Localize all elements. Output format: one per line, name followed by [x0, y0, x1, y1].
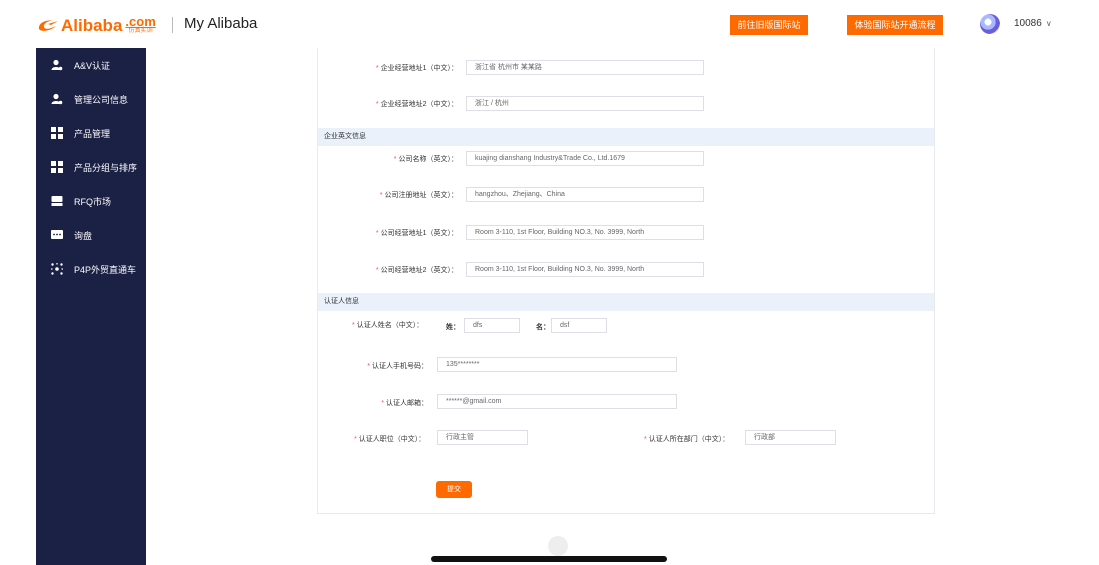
old-site-button[interactable]: 前往旧版国际站 — [730, 15, 808, 35]
logo-text: Alibaba — [61, 15, 123, 35]
header-divider — [172, 17, 173, 33]
grid-icon — [50, 161, 63, 174]
address-cn-1-input[interactable]: 浙江省 杭州市 某某路 — [466, 60, 704, 75]
reg-address-en-label-text: 公司注册地址（英文）： — [384, 192, 459, 199]
verifier-name-label: * 认证人姓名（中文）： — [352, 320, 423, 330]
page-title: My Alibaba — [184, 15, 258, 32]
verifier-phone-label: * 认证人手机号码： — [367, 361, 428, 371]
verifier-name-label-text: 认证人姓名（中文）： — [356, 322, 424, 329]
logo-com: .com 仿真实训 — [125, 13, 156, 35]
user-menu[interactable]: 10086 ∨ — [1014, 18, 1052, 29]
address-cn-2-label: * 企业经营地址2（中文）： — [376, 99, 458, 109]
floating-overlay — [548, 536, 568, 556]
given-name-label: 名： — [536, 324, 550, 331]
required-star: * — [379, 192, 383, 199]
logo-com-text: .com — [125, 13, 156, 29]
section-verifier-info: 认证人信息 — [318, 293, 934, 311]
company-name-en-input[interactable]: kuajing dianshang Industry&Trade Co., Lt… — [466, 151, 704, 166]
sidebar-item-label: RFQ市场 — [74, 196, 111, 207]
inbox-icon — [50, 195, 63, 208]
reg-address-en-label: * 公司注册地址（英文）： — [380, 190, 458, 200]
sidebar-item-label: 询盘 — [74, 230, 93, 241]
company-info-form: * 企业经营地址1（中文）： 浙江省 杭州市 某某路 * 企业经营地址2（中文）： … — [317, 40, 935, 514]
verifier-phone-label-text: 认证人手机号码： — [372, 363, 428, 370]
biz-address-en-1-label-text: 公司经营地址1（英文）： — [380, 230, 458, 237]
required-star: * — [352, 322, 355, 329]
biz-address-en-2-label-text: 公司经营地址2（英文）： — [380, 267, 458, 274]
sidebar-item-product-groups[interactable]: 产品分组与排序 — [36, 157, 146, 177]
network-icon — [50, 263, 63, 276]
top-header: Alibaba .com 仿真实训 My Alibaba 前往旧版国际站 体验国… — [0, 0, 1099, 48]
sidebar-item-inquiry[interactable]: 询盘 — [36, 225, 146, 245]
verifier-dept-input[interactable]: 行政部 — [745, 430, 836, 445]
sidebar-item-rfq[interactable]: RFQ市场 — [36, 191, 146, 211]
biz-address-en-1-input[interactable]: Room 3-110, 1st Floor, Building NO.3, No… — [466, 225, 704, 240]
sidebar-item-company-info[interactable]: 管理公司信息 — [36, 89, 146, 109]
surname-label: 姓： — [446, 324, 460, 331]
required-star: * — [354, 436, 357, 443]
verifier-dept-label: * 认证人所在部门（中文）： — [644, 434, 729, 444]
app-root: Alibaba .com 仿真实训 My Alibaba 前往旧版国际站 体验国… — [0, 0, 1099, 565]
reg-address-en-input[interactable]: hangzhou、Zhejiang、China — [466, 187, 704, 202]
address-cn-1-label: * 企业经营地址1（中文）： — [376, 63, 458, 73]
address-cn-2-label-text: 企业经营地址2（中文）： — [380, 101, 458, 108]
sidebar-item-products[interactable]: 产品管理 — [36, 123, 146, 143]
company-name-en-label: * 公司名称（英文）： — [394, 154, 458, 164]
biz-address-en-1-label: * 公司经营地址1（英文）： — [376, 228, 458, 238]
company-name-en-label-text: 公司名称（英文）： — [398, 156, 459, 163]
required-star: * — [375, 101, 379, 108]
user-icon — [50, 93, 63, 106]
biz-address-en-2-label: * 公司经营地址2（英文）： — [376, 265, 458, 275]
verifier-position-label: * 认证人职位（中文）： — [354, 434, 425, 444]
required-star: * — [644, 436, 647, 443]
verifier-email-input[interactable]: ******@gmail.com — [437, 394, 677, 409]
required-star: * — [375, 230, 379, 237]
sidebar-item-p4p[interactable]: P4P外贸直通车 — [36, 259, 146, 279]
biz-address-en-2-input[interactable]: Room 3-110, 1st Floor, Building NO.3, No… — [466, 262, 704, 277]
experience-flow-button[interactable]: 体验国际站开通流程 — [847, 15, 943, 35]
section-english-info: 企业英文信息 — [318, 128, 934, 146]
username: 10086 — [1014, 18, 1042, 29]
chat-icon — [50, 229, 63, 242]
verifier-phone-input[interactable]: 135******** — [437, 357, 677, 372]
required-star: * — [375, 65, 379, 72]
sidebar-item-label: P4P外贸直通车 — [74, 264, 137, 275]
chevron-down-icon: ∨ — [1045, 19, 1052, 28]
verifier-position-input[interactable]: 行政主管 — [437, 430, 528, 445]
surname-input[interactable]: dfs — [464, 318, 520, 333]
verifier-dept-label-text: 认证人所在部门（中文）： — [648, 436, 730, 443]
user-icon — [50, 59, 63, 72]
logo-sub-text: 仿真实训 — [128, 27, 153, 34]
required-star: * — [375, 267, 379, 274]
verifier-email-label: * 认证人邮箱： — [381, 398, 428, 408]
grid-icon — [50, 127, 63, 140]
required-star: * — [367, 363, 370, 370]
sidebar-item-label: A&V认证 — [74, 60, 111, 71]
verifier-position-label-text: 认证人职位（中文）： — [358, 436, 426, 443]
submit-button[interactable]: 提交 — [436, 481, 472, 498]
sidebar: A&V认证 管理公司信息 产品管理 产品分组与排序 RFQ市场 询盘 P4P外贸… — [36, 48, 146, 565]
required-star: * — [381, 400, 384, 407]
sidebar-item-av-certification[interactable]: A&V认证 — [36, 55, 146, 75]
alibaba-logo[interactable]: Alibaba .com 仿真实训 — [36, 14, 156, 36]
sidebar-item-label: 产品分组与排序 — [74, 162, 138, 173]
home-indicator[interactable] — [431, 556, 667, 562]
avatar[interactable] — [980, 14, 1000, 34]
given-name-input[interactable]: dsf — [551, 318, 607, 333]
address-cn-1-label-text: 企业经营地址1（中文）： — [380, 65, 458, 72]
address-cn-2-input[interactable]: 浙江 / 杭州 — [466, 96, 704, 111]
alibaba-logo-icon — [38, 20, 58, 31]
verifier-email-label-text: 认证人邮箱： — [386, 400, 428, 407]
required-star: * — [393, 156, 397, 163]
sidebar-item-label: 产品管理 — [74, 128, 111, 139]
sidebar-item-label: 管理公司信息 — [74, 94, 129, 105]
